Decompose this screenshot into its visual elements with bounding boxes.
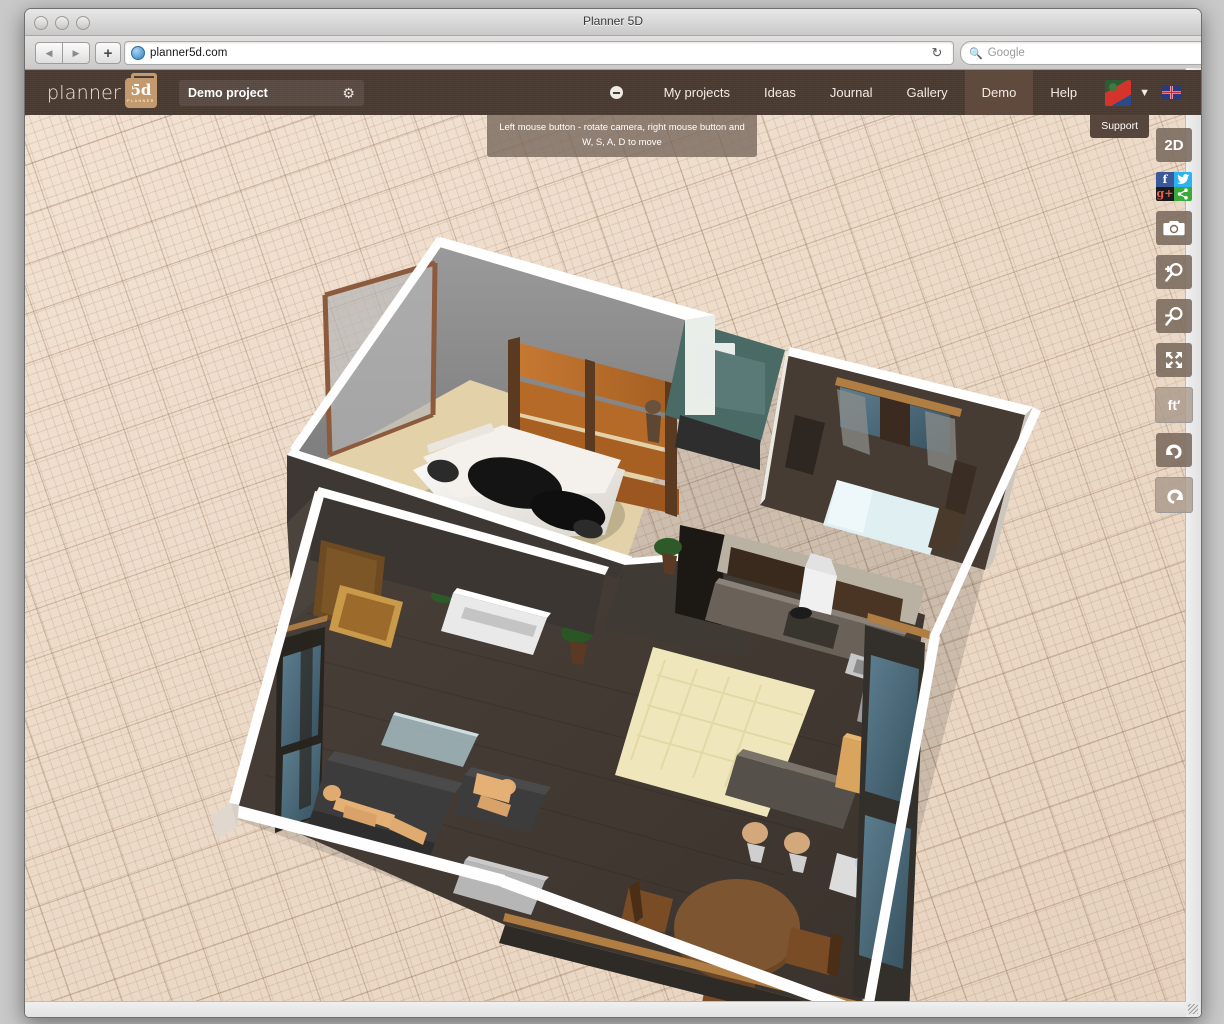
zoom-out-icon[interactable]	[1156, 299, 1192, 333]
logo-wordmark: planner	[47, 82, 121, 104]
nav-item-demo[interactable]: Demo	[965, 70, 1034, 115]
planner5d-app: planner 5d PLANNER Demo project ⚙ My pro…	[25, 70, 1201, 1010]
app-header: planner 5d PLANNER Demo project ⚙ My pro…	[25, 70, 1201, 115]
support-button[interactable]: Support	[1090, 115, 1149, 138]
nav-item-ideas[interactable]: Ideas	[747, 70, 813, 115]
search-icon: 🔍	[969, 47, 983, 60]
camera-hint-tooltip: Left mouse button - rotate camera, right…	[487, 115, 757, 157]
nav-item-gallery[interactable]: Gallery	[889, 70, 964, 115]
redo-icon[interactable]	[1155, 477, 1193, 513]
minus-circle-icon[interactable]	[610, 86, 623, 99]
browser-window: Planner 5D ◀ ▶ + planner5d.com ↻ 🔍 Googl…	[24, 8, 1202, 1018]
window-title: Planner 5D	[25, 14, 1201, 28]
facebook-icon[interactable]: f	[1156, 172, 1174, 187]
logo-house-badge: 5d PLANNER	[125, 78, 157, 108]
right-toolbar: 2D f g+	[1156, 128, 1192, 523]
fullscreen-icon[interactable]	[1156, 343, 1192, 377]
logo-badge-text: 5d	[131, 83, 152, 98]
forward-button[interactable]: ▶	[63, 42, 90, 64]
share-icon[interactable]	[1174, 187, 1192, 202]
back-button[interactable]: ◀	[35, 42, 63, 64]
undo-icon[interactable]	[1156, 433, 1192, 467]
nav-item-my-projects[interactable]: My projects	[647, 70, 747, 115]
floorplan-3d-scene[interactable]	[25, 115, 1201, 1010]
units-toggle-button[interactable]: ft′	[1155, 387, 1193, 423]
nav-item-journal[interactable]: Journal	[813, 70, 890, 115]
new-tab-button[interactable]: +	[95, 42, 121, 64]
exterior-wall-faces	[211, 803, 239, 839]
url-text: planner5d.com	[150, 47, 227, 59]
zoom-in-icon[interactable]	[1156, 255, 1192, 289]
hint-line-2: W, S, A, D to move	[495, 135, 749, 150]
googleplus-icon[interactable]: g+	[1156, 187, 1174, 202]
project-name-label: Demo project	[188, 86, 268, 100]
logo-badge-sub: PLANNER	[127, 99, 155, 103]
hint-line-1: Left mouse button - rotate camera, right…	[495, 120, 749, 135]
language-flag-icon[interactable]	[1162, 86, 1181, 99]
project-name-field[interactable]: Demo project ⚙	[179, 80, 364, 106]
planner5d-logo[interactable]: planner 5d PLANNER	[47, 78, 157, 108]
resize-grip[interactable]	[1186, 1002, 1200, 1016]
camera-icon[interactable]	[1156, 211, 1192, 245]
twitter-icon[interactable]	[1174, 172, 1192, 187]
main-nav: My projects Ideas Journal Gallery Demo H…	[610, 70, 1201, 115]
search-placeholder: Google	[988, 47, 1025, 59]
horizontal-scrollbar[interactable]	[25, 1001, 1186, 1017]
reload-icon[interactable]: ↻	[929, 45, 945, 61]
chevron-down-icon[interactable]: ▼	[1139, 87, 1150, 99]
avatar[interactable]	[1105, 80, 1131, 106]
title-bar: Planner 5D	[25, 9, 1201, 36]
nav-item-help[interactable]: Help	[1033, 70, 1094, 115]
social-share-group[interactable]: f g+	[1156, 172, 1192, 201]
view-2d-toggle-button[interactable]: 2D	[1156, 128, 1192, 162]
browser-toolbar: ◀ ▶ + planner5d.com ↻ 🔍 Google	[25, 36, 1201, 70]
search-input[interactable]: 🔍 Google	[960, 41, 1202, 65]
nav-buttons[interactable]: ◀ ▶	[35, 42, 90, 64]
design-canvas[interactable]: Left mouse button - rotate camera, right…	[25, 115, 1201, 1010]
globe-icon	[131, 46, 145, 60]
gear-icon[interactable]: ⚙	[342, 86, 355, 100]
address-bar[interactable]: planner5d.com ↻	[124, 41, 954, 65]
